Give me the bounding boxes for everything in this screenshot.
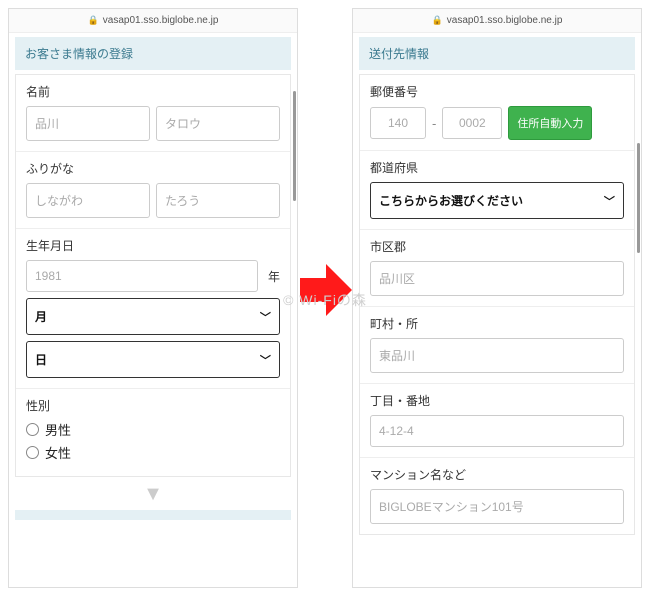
kana-mei-input[interactable]: たろう (156, 183, 280, 218)
town-block: 町村・所 東品川 (360, 307, 634, 384)
gender-female-label: 女性 (45, 443, 71, 462)
gender-block: 性別 男性 女性 (16, 389, 290, 476)
pref-block: 都道府県 こちらからお選びください 〉 (360, 151, 634, 230)
section-heading-customer: お客さま情報の登録 (15, 37, 291, 70)
name-label: 名前 (26, 83, 280, 100)
zip2-input[interactable]: 0002 (442, 107, 502, 139)
scroll-down-icon: ▼ (15, 479, 291, 510)
city-input[interactable]: 品川区 (370, 261, 624, 296)
city-block: 市区郡 品川区 (360, 230, 634, 307)
gender-label: 性別 (26, 397, 280, 414)
url-bar: 🔒 vasap01.sso.biglobe.ne.jp (9, 9, 297, 33)
pref-select-value: こちらからお選びください (379, 192, 523, 209)
zip1-input[interactable]: 140 (370, 107, 426, 139)
dob-label: 生年月日 (26, 237, 280, 254)
building-label: マンション名など (370, 466, 624, 483)
zip-label: 郵便番号 (370, 83, 624, 100)
dob-block: 生年月日 1981 年 月 〉 日 〉 (16, 229, 290, 389)
radio-icon (26, 446, 39, 459)
url-bar: 🔒 vasap01.sso.biglobe.ne.jp (353, 9, 641, 33)
chevron-down-icon: 〉 (602, 195, 618, 206)
customer-info-card: 名前 品川 タロウ ふりがな しながわ たろう 生年月日 (15, 74, 291, 477)
dob-month-value: 月 (35, 308, 47, 325)
auto-address-button[interactable]: 住所自動入力 (508, 106, 592, 140)
url-text: vasap01.sso.biglobe.ne.jp (103, 15, 219, 26)
scroll-indicator[interactable] (293, 91, 296, 201)
building-input[interactable]: BIGLOBEマンション101号 (370, 489, 624, 524)
url-text: vasap01.sso.biglobe.ne.jp (447, 15, 563, 26)
gender-female-radio[interactable]: 女性 (26, 443, 280, 462)
next-section-peek (15, 510, 291, 520)
block-label: 丁目・番地 (370, 392, 624, 409)
city-label: 市区郡 (370, 238, 624, 255)
dob-year-input[interactable]: 1981 (26, 260, 258, 292)
chevron-down-icon: 〉 (258, 311, 274, 322)
pref-label: 都道府県 (370, 159, 624, 176)
scroll-indicator[interactable] (637, 143, 640, 253)
radio-icon (26, 423, 39, 436)
name-mei-input[interactable]: タロウ (156, 106, 280, 141)
shipping-info-card: 郵便番号 140 - 0002 住所自動入力 都道府県 こちらからお選びください… (359, 74, 635, 535)
gender-male-radio[interactable]: 男性 (26, 420, 280, 439)
dob-day-select[interactable]: 日 〉 (26, 341, 280, 378)
zip-block: 郵便番号 140 - 0002 住所自動入力 (360, 75, 634, 151)
name-sei-input[interactable]: 品川 (26, 106, 150, 141)
zip-dash: - (432, 116, 436, 131)
block-input[interactable]: 4-12-4 (370, 415, 624, 447)
gender-male-label: 男性 (45, 420, 71, 439)
building-block: マンション名など BIGLOBEマンション101号 (360, 458, 634, 534)
lock-icon: 🔒 (88, 15, 99, 26)
lock-icon: 🔒 (432, 15, 443, 26)
section-heading-shipping: 送付先情報 (359, 37, 635, 70)
town-input[interactable]: 東品川 (370, 338, 624, 373)
dob-year-suffix: 年 (268, 268, 280, 285)
kana-sei-input[interactable]: しながわ (26, 183, 150, 218)
block-number-block: 丁目・番地 4-12-4 (360, 384, 634, 458)
pref-select[interactable]: こちらからお選びください 〉 (370, 182, 624, 219)
kana-block: ふりがな しながわ たろう (16, 152, 290, 229)
phone-screen-left: 🔒 vasap01.sso.biglobe.ne.jp お客さま情報の登録 名前… (8, 8, 298, 588)
arrow-right-icon (300, 260, 352, 320)
town-label: 町村・所 (370, 315, 624, 332)
name-block: 名前 品川 タロウ (16, 75, 290, 152)
phone-screen-right: 🔒 vasap01.sso.biglobe.ne.jp 送付先情報 郵便番号 1… (352, 8, 642, 588)
dob-day-value: 日 (35, 351, 47, 368)
kana-label: ふりがな (26, 160, 280, 177)
chevron-down-icon: 〉 (258, 354, 274, 365)
dob-month-select[interactable]: 月 〉 (26, 298, 280, 335)
